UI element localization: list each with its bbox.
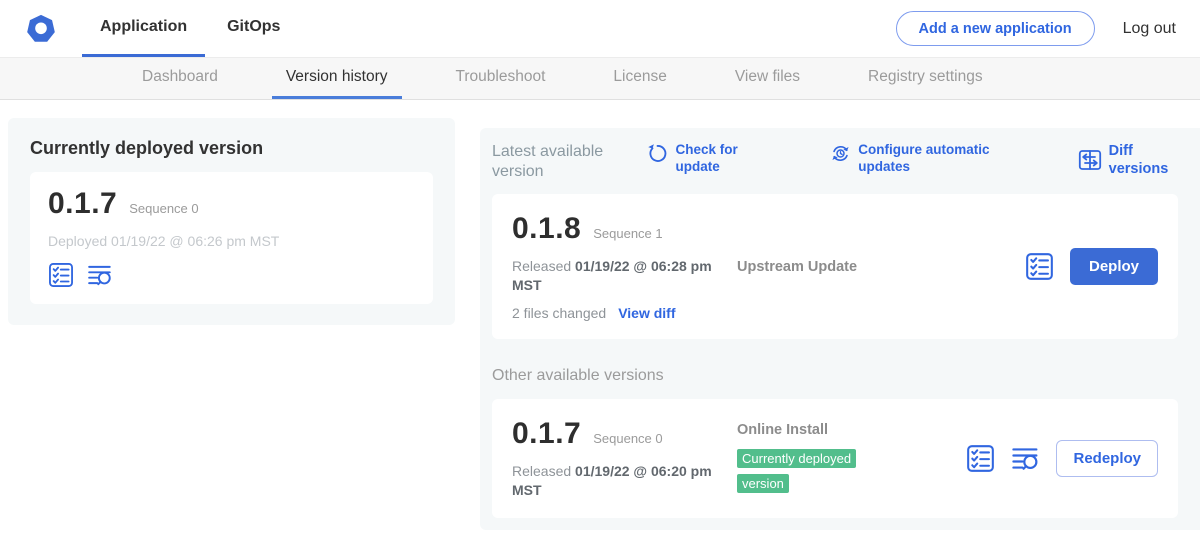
configure-automatic-updates-link[interactable]: Configure automatic updates: [830, 142, 1011, 176]
deployed-version-number: 0.1.7: [48, 187, 117, 221]
other-version-number: 0.1.7: [512, 417, 581, 451]
redeploy-button[interactable]: Redeploy: [1056, 440, 1158, 477]
add-application-button[interactable]: Add a new application: [896, 11, 1095, 46]
latest-released-timestamp: Released 01/19/22 @ 06:28 pm MST: [512, 257, 722, 295]
check-for-update-link[interactable]: Check for update: [647, 142, 764, 176]
app-logo[interactable]: [24, 0, 58, 57]
diff-versions-link[interactable]: Diff versions: [1078, 142, 1178, 178]
latest-source-label: Upstream Update: [737, 259, 857, 275]
other-source-label: Online Install: [737, 422, 828, 438]
top-bar-right: Add a new application Log out: [896, 0, 1184, 57]
top-tab-application[interactable]: Application: [82, 0, 205, 57]
refresh-icon: [647, 143, 668, 164]
currently-deployed-badge: Currently deployed version: [737, 449, 856, 493]
view-logs-icon[interactable]: [1011, 444, 1040, 473]
tab-version-history[interactable]: Version history: [272, 58, 402, 99]
top-bar: Application GitOps Add a new application…: [0, 0, 1200, 57]
view-logs-icon[interactable]: [87, 262, 113, 288]
latest-sequence-label: Sequence 1: [593, 226, 662, 241]
currently-deployed-panel: Currently deployed version 0.1.7 Sequenc…: [8, 118, 455, 325]
deployed-timestamp: Deployed 01/19/22 @ 06:26 pm MST: [48, 233, 415, 249]
app-logo-icon: [24, 12, 58, 46]
available-versions-header: Latest available version Check for updat…: [492, 142, 1178, 182]
other-released-timestamp: Released 01/19/22 @ 06:20 pm MST: [512, 462, 722, 500]
top-nav: Application GitOps: [82, 0, 302, 57]
tab-license[interactable]: License: [599, 58, 680, 99]
configure-automatic-updates-label: Configure automatic updates: [858, 142, 1011, 176]
deploy-button[interactable]: Deploy: [1070, 248, 1158, 285]
tab-dashboard[interactable]: Dashboard: [128, 58, 232, 99]
other-versions-title: Other available versions: [492, 367, 1178, 385]
tab-view-files[interactable]: View files: [721, 58, 814, 99]
preflight-checklist-icon[interactable]: [1025, 252, 1054, 281]
main-content: Currently deployed version 0.1.7 Sequenc…: [0, 100, 1200, 530]
view-diff-link[interactable]: View diff: [618, 305, 675, 321]
deployed-sequence-label: Sequence 0: [129, 201, 198, 216]
kots-admin-console: Application GitOps Add a new application…: [0, 0, 1200, 536]
other-version-card: 0.1.7 Sequence 0 Released 01/19/22 @ 06:…: [492, 399, 1178, 518]
tab-troubleshoot[interactable]: Troubleshoot: [442, 58, 560, 99]
other-sequence-label: Sequence 0: [593, 431, 662, 446]
top-tab-gitops[interactable]: GitOps: [209, 0, 298, 57]
released-label: Released: [512, 463, 575, 479]
files-changed-label: 2 files changed: [512, 305, 606, 321]
available-versions-panel: Latest available version Check for updat…: [480, 128, 1200, 530]
tab-registry-settings[interactable]: Registry settings: [854, 58, 997, 99]
latest-available-title: Latest available version: [492, 142, 603, 182]
app-sub-nav: Dashboard Version history Troubleshoot L…: [0, 57, 1200, 100]
auto-update-icon: [830, 143, 851, 164]
deployed-version-card: 0.1.7 Sequence 0 Deployed 01/19/22 @ 06:…: [30, 172, 433, 304]
released-label: Released: [512, 258, 575, 274]
latest-version-card: 0.1.8 Sequence 1 Released 01/19/22 @ 06:…: [492, 194, 1178, 339]
diff-versions-label: Diff versions: [1109, 142, 1178, 178]
logout-link[interactable]: Log out: [1123, 20, 1184, 38]
preflight-checklist-icon[interactable]: [48, 262, 74, 288]
latest-version-number: 0.1.8: [512, 212, 581, 246]
diff-versions-icon: [1078, 148, 1102, 172]
currently-deployed-title: Currently deployed version: [30, 138, 433, 159]
check-for-update-label: Check for update: [675, 142, 764, 176]
preflight-checklist-icon[interactable]: [966, 444, 995, 473]
